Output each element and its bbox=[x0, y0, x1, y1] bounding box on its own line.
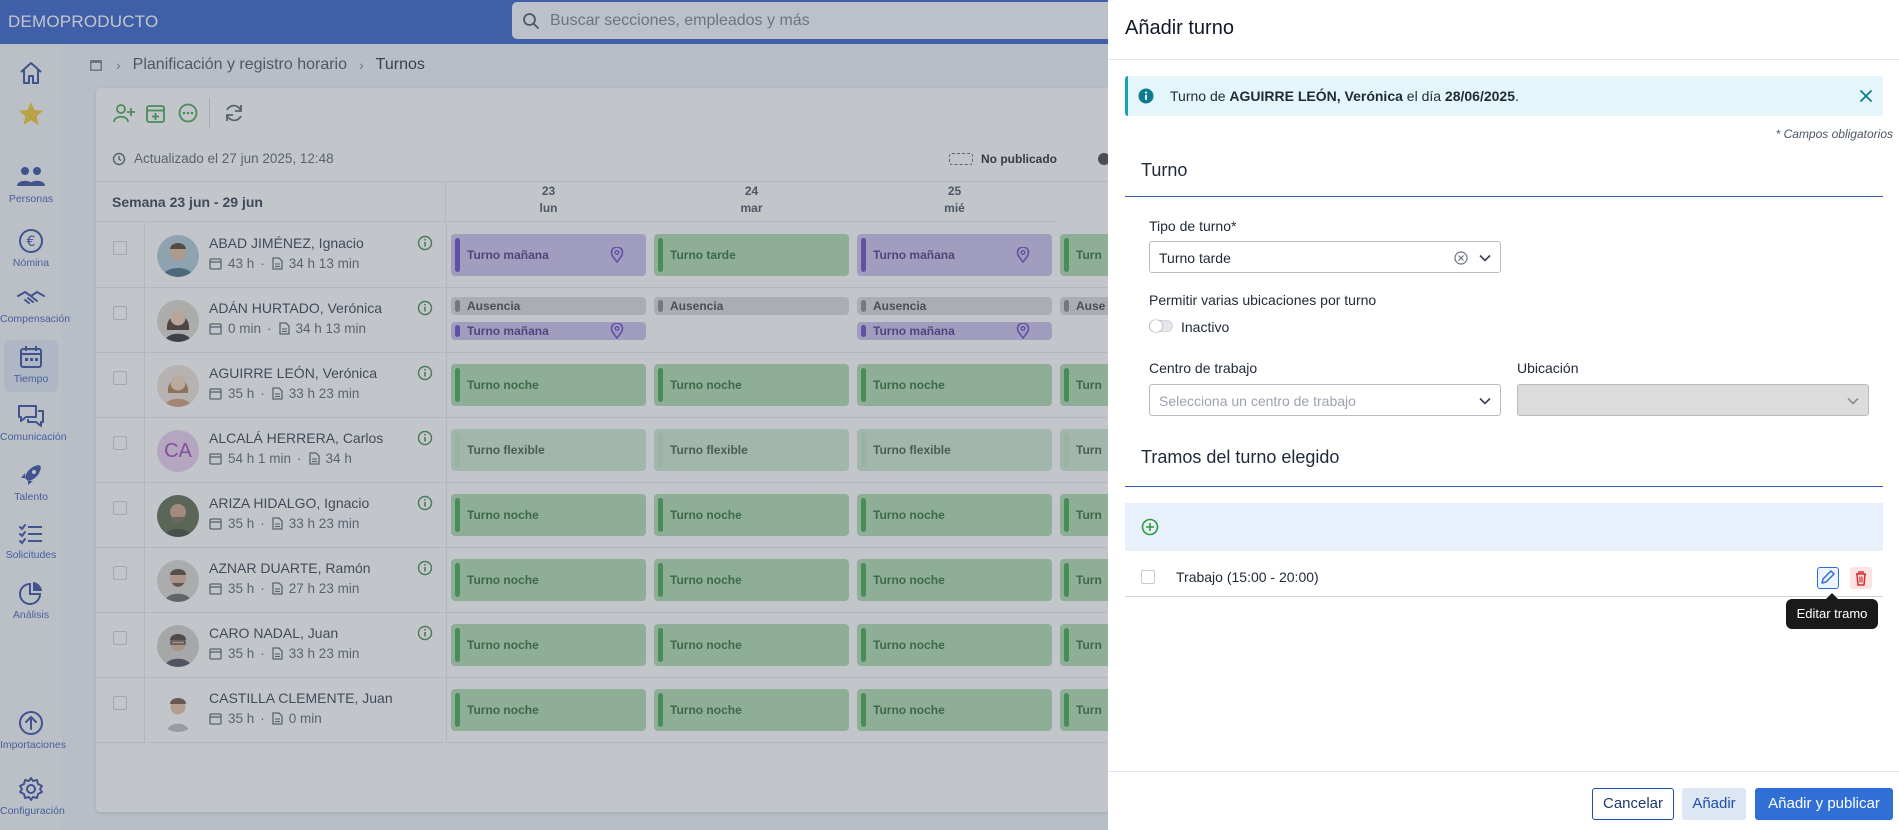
chevron-down-icon bbox=[1847, 397, 1859, 405]
tipo-turno-label: Tipo de turno* bbox=[1149, 218, 1237, 234]
info-icon bbox=[1138, 88, 1154, 104]
ubicacion-select bbox=[1517, 384, 1869, 416]
divider bbox=[1108, 59, 1899, 60]
edit-tramo-tooltip: Editar tramo bbox=[1786, 593, 1878, 629]
tramo-row: Trabajo (15:00 - 20:00) bbox=[1125, 557, 1883, 597]
divider bbox=[1108, 771, 1899, 772]
tramos-toolbar bbox=[1125, 503, 1883, 551]
chevron-down-icon bbox=[1479, 397, 1491, 405]
cancel-button[interactable]: Cancelar bbox=[1592, 788, 1674, 820]
section-title-turno: Turno bbox=[1141, 160, 1188, 180]
multi-location-toggle[interactable] bbox=[1149, 320, 1173, 332]
section-divider bbox=[1125, 196, 1883, 197]
multi-location-label: Permitir varias ubicaciones por turno bbox=[1149, 292, 1377, 308]
alert-suffix: . bbox=[1515, 88, 1519, 104]
trash-icon[interactable] bbox=[1850, 567, 1872, 589]
centro-trabajo-placeholder: Selecciona un centro de trabajo bbox=[1159, 393, 1356, 409]
multi-location-state: Inactivo bbox=[1181, 319, 1230, 335]
add-and-publish-button[interactable]: Añadir y publicar bbox=[1755, 788, 1893, 820]
required-fields-note: * Campos obligatorios bbox=[1775, 127, 1893, 141]
alert-date: 28/06/2025 bbox=[1444, 88, 1515, 104]
pencil-icon bbox=[1821, 570, 1835, 584]
section-title-tramos: Tramos del turno elegido bbox=[1141, 447, 1340, 467]
section-divider bbox=[1125, 486, 1883, 487]
clear-icon[interactable] bbox=[1454, 251, 1468, 265]
add-button[interactable]: Añadir bbox=[1682, 788, 1746, 820]
chevron-down-icon bbox=[1479, 254, 1491, 262]
tramo-label: Trabajo (15:00 - 20:00) bbox=[1176, 569, 1319, 585]
tipo-turno-value: Turno tarde bbox=[1159, 250, 1231, 266]
tipo-turno-select[interactable]: Turno tarde bbox=[1149, 241, 1501, 273]
alert-middle: el día bbox=[1402, 88, 1445, 104]
tramo-checkbox[interactable] bbox=[1141, 570, 1155, 584]
close-icon[interactable] bbox=[1859, 89, 1873, 103]
ubicacion-label: Ubicación bbox=[1517, 360, 1579, 376]
drawer-title: Añadir turno bbox=[1125, 17, 1234, 39]
info-alert: Turno de AGUIRRE LEÓN, Verónica el día 2… bbox=[1125, 76, 1883, 116]
add-shift-drawer: Añadir turno Turno de AGUIRRE LEÓN, Veró… bbox=[1108, 0, 1899, 830]
alert-message: Turno de AGUIRRE LEÓN, Verónica el día 2… bbox=[1170, 88, 1519, 104]
alert-employee: AGUIRRE LEÓN, Verónica bbox=[1229, 88, 1403, 104]
edit-tramo-button[interactable] bbox=[1817, 567, 1839, 589]
add-circle-icon[interactable] bbox=[1141, 518, 1159, 536]
centro-trabajo-label: Centro de trabajo bbox=[1149, 360, 1258, 376]
alert-prefix: Turno de bbox=[1170, 88, 1230, 104]
centro-trabajo-select[interactable]: Selecciona un centro de trabajo bbox=[1149, 384, 1501, 416]
